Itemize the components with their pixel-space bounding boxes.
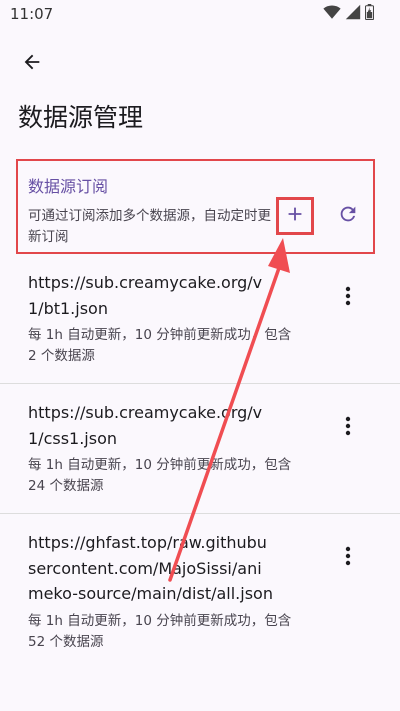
subscription-status: 每 1h 自动更新，10 分钟前更新成功，包含 24 个数据源: [28, 457, 292, 494]
more-vert-icon: [345, 546, 351, 570]
status-time: 11:07: [10, 5, 54, 23]
subscription-url: https://sub.creamycake.org/v1/bt1.json: [28, 273, 263, 318]
back-button[interactable]: [16, 48, 48, 80]
section-description: 可通过订阅添加多个数据源，自动定时更新订阅: [28, 208, 271, 245]
screen: 11:07 数据源管理 数据源订阅 可通过订阅添加多个数据源，自动定时更新订阅 …: [0, 0, 400, 711]
subscription-item[interactable]: https://sub.creamycake.org/v1/css1.json …: [0, 384, 400, 514]
refresh-button[interactable]: [333, 201, 363, 231]
wifi-icon: [323, 4, 341, 24]
page-title: 数据源管理: [18, 103, 144, 132]
more-options-button[interactable]: [338, 544, 358, 572]
subscription-section-header: 数据源订阅 可通过订阅添加多个数据源，自动定时更新订阅: [16, 159, 375, 254]
add-subscription-button[interactable]: [276, 197, 314, 235]
subscription-status: 每 1h 自动更新，10 分钟前更新成功，包含 2 个数据源: [28, 327, 292, 364]
subscription-url: https://sub.creamycake.org/v1/css1.json: [28, 403, 263, 448]
more-options-button[interactable]: [338, 284, 358, 312]
more-vert-icon: [345, 416, 351, 440]
more-vert-icon: [345, 286, 351, 310]
section-title: 数据源订阅: [28, 177, 109, 196]
status-bar: 11:07: [0, 0, 400, 30]
subscription-item[interactable]: https://sub.creamycake.org/v1/bt1.json 每…: [0, 254, 400, 384]
arrow-back-icon: [21, 51, 43, 77]
subscription-status: 每 1h 自动更新，10 分钟前更新成功，包含 52 个数据源: [28, 612, 292, 650]
plus-icon: [284, 203, 306, 229]
subscription-url: https://ghfast.top/raw.githubusercontent…: [28, 533, 273, 603]
subscription-item[interactable]: https://ghfast.top/raw.githubusercontent…: [0, 514, 400, 669]
subscription-list: https://sub.creamycake.org/v1/bt1.json 每…: [0, 254, 400, 669]
refresh-icon: [337, 203, 359, 229]
signal-icon: [345, 4, 361, 24]
more-options-button[interactable]: [338, 414, 358, 442]
status-icons: [323, 4, 375, 24]
battery-icon: [364, 4, 375, 24]
